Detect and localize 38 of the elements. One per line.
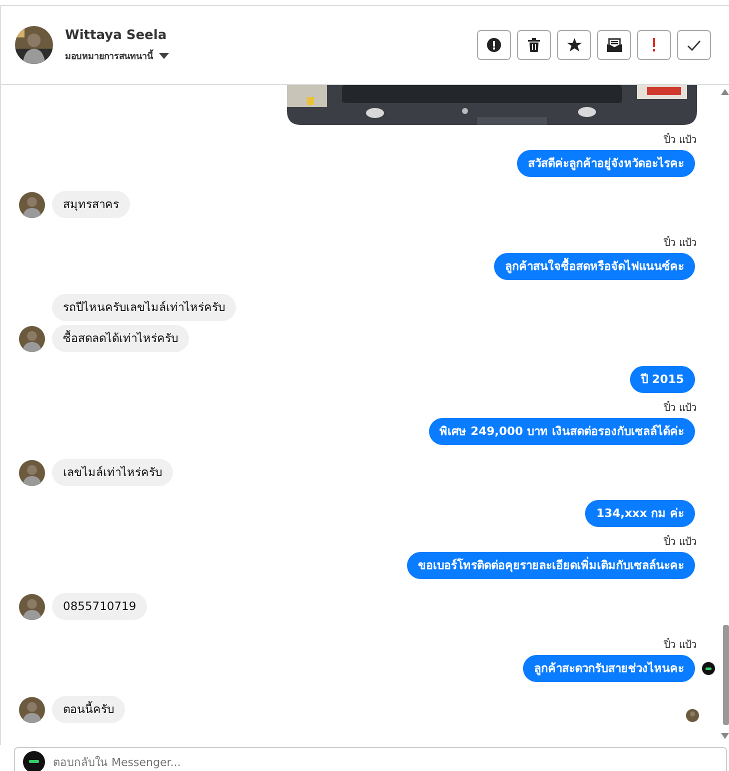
sender-name: ปิ๋ว แป้ว xyxy=(664,135,697,147)
received-message: รถปีไหนครับเลขไมล์เท่าไหร่ครับ xyxy=(52,294,236,321)
sender-name: ปิ๋ว แป้ว xyxy=(664,238,697,250)
exclamation-icon xyxy=(652,38,656,52)
sent-message: ปี 2015 xyxy=(630,366,695,393)
assign-dropdown[interactable]: มอบหมายการสนทนานี้ xyxy=(65,48,465,62)
star-button[interactable] xyxy=(557,30,591,60)
scrollbar[interactable] xyxy=(721,89,729,739)
contact-name: Wittaya Seela xyxy=(65,28,168,42)
sent-message: ลูกค้าสะดวกรับสายช่วงไหนคะ xyxy=(523,655,695,682)
received-message: ซื้อสดลดได้เท่าไหร่ครับ xyxy=(52,325,189,352)
check-button[interactable] xyxy=(677,30,711,60)
alert-icon xyxy=(487,38,501,52)
trash-button[interactable] xyxy=(517,30,551,60)
contact-avatar xyxy=(15,26,53,64)
received-message: สมุทรสาคร xyxy=(52,191,130,218)
reply-field[interactable]: ตอบกลับใน Messenger... xyxy=(53,754,718,770)
star-icon xyxy=(566,38,582,52)
sent-message: พิเศษ 249,000 บาท เงินสดต่อรองกับเซลล์ได้ค่ะ xyxy=(428,418,695,445)
caret-icon xyxy=(159,52,169,58)
sender-name: ปิ๋ว แป้ว xyxy=(664,403,697,415)
sender-name: ปิ๋ว แป้ว xyxy=(664,640,697,652)
reply-box[interactable]: ตอบกลับใน Messenger... xyxy=(14,747,727,771)
sent-message: 134,xxx กม ค่ะ xyxy=(585,500,695,527)
envelope-icon xyxy=(606,38,622,52)
sent-message: สวัสดีค่ะลูกค้าอยู่จังหวัดอะไรคะ xyxy=(517,150,695,177)
received-message: ตอนนี้ครับ xyxy=(52,696,125,723)
check-icon xyxy=(687,40,701,50)
sent-message: ลูกค้าสนใจซื้อสดหรือจัดไฟแนนซ์คะ xyxy=(494,253,695,280)
alert-button[interactable] xyxy=(477,30,511,60)
trash-icon xyxy=(528,38,540,52)
received-message: เลขไมล์เท่าไหร่ครับ xyxy=(52,459,173,486)
envelope-button[interactable] xyxy=(597,30,631,60)
page-avatar xyxy=(23,751,45,771)
sender-name: ปิ๋ว แป้ว xyxy=(664,537,697,549)
received-message: 0855710719 xyxy=(52,593,148,620)
sent-message: ขอเบอร์โทรติดต่อคุยรายละเอียดเพิ่มเติมกับเซลล์นะคะ xyxy=(407,552,695,579)
important-button[interactable] xyxy=(637,30,671,60)
